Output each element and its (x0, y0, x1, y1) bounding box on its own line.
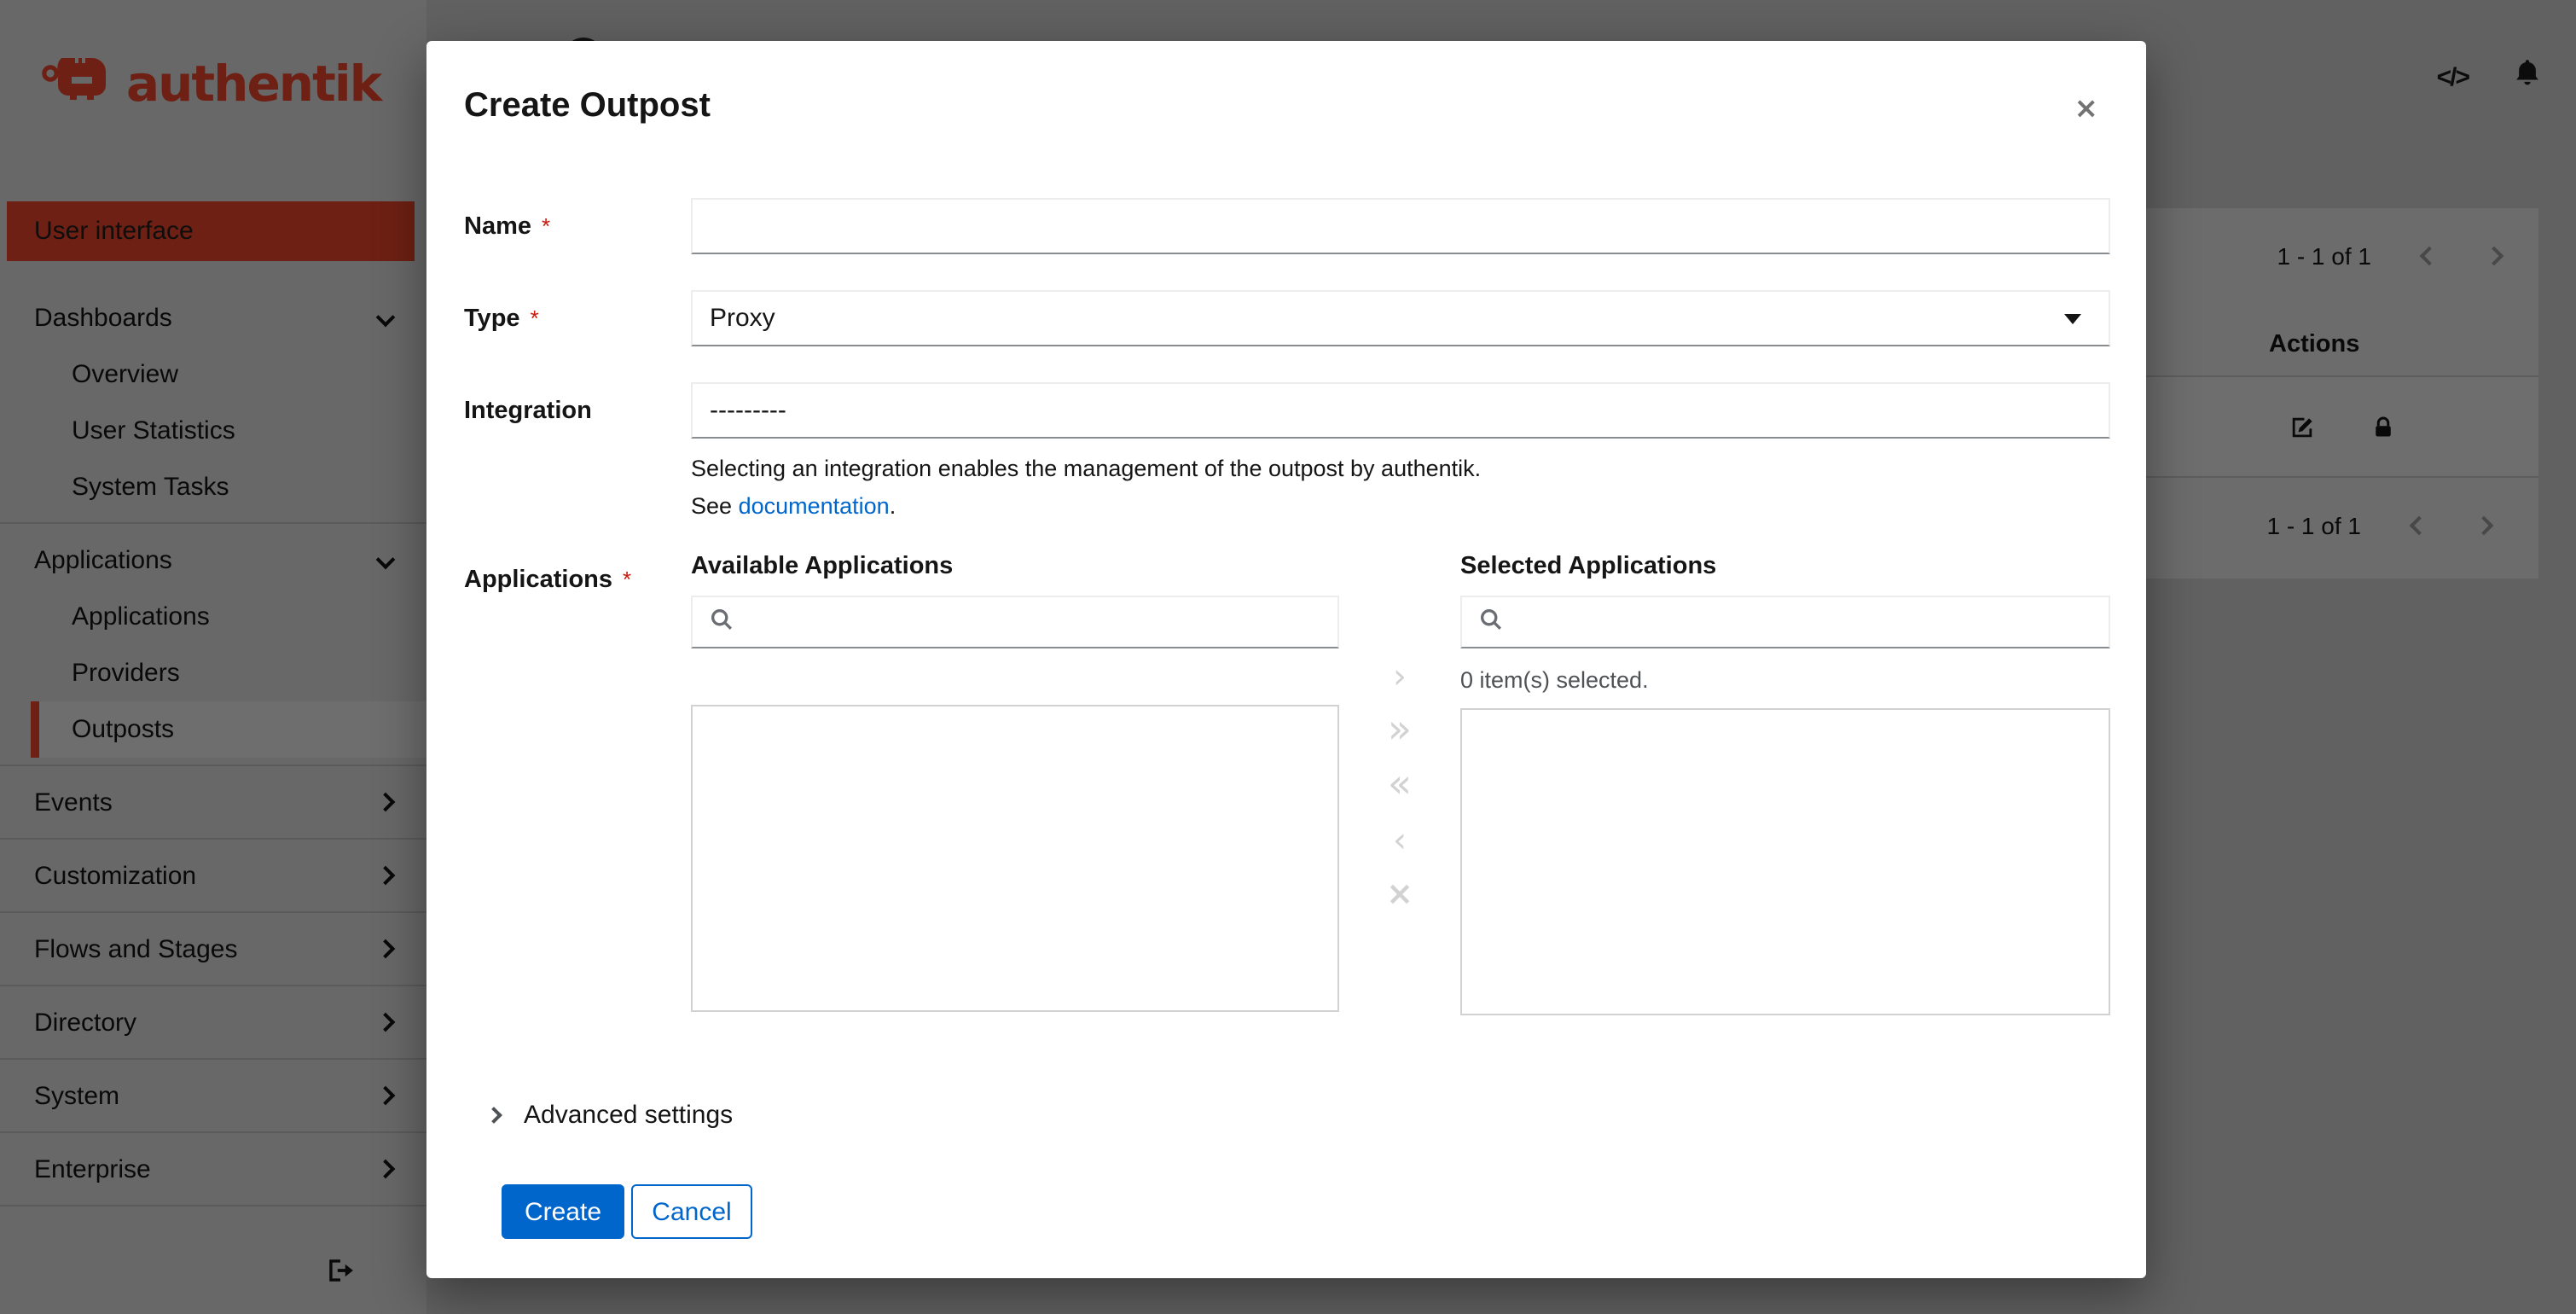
add-selected-icon[interactable]: › (1393, 655, 1407, 695)
applications-field-label: Applications * (464, 567, 691, 594)
integration-field-label: Integration (464, 397, 691, 424)
type-field-label: Type * (464, 305, 691, 332)
selected-applications-header: Selected Applications (1460, 553, 1717, 580)
label-text: Applications (464, 567, 613, 594)
available-applications-header: Available Applications (691, 553, 954, 580)
type-select-value: Proxy (710, 304, 775, 333)
remove-selected-icon[interactable]: ‹ (1393, 819, 1407, 859)
advanced-settings-toggle[interactable]: Advanced settings (464, 1101, 2110, 1130)
required-marker: * (530, 305, 539, 330)
caret-down-icon (2064, 313, 2081, 323)
available-search-input[interactable] (747, 608, 1320, 636)
help-line: See documentation. (691, 488, 2110, 526)
clear-selection-icon[interactable]: × (1386, 875, 1413, 914)
close-icon[interactable]: × (2074, 95, 2099, 125)
selected-applications-list[interactable] (1460, 708, 2110, 1015)
required-marker: * (623, 567, 632, 592)
documentation-link[interactable]: documentation (739, 493, 890, 519)
type-select[interactable]: Proxy (691, 290, 2110, 346)
remove-all-icon[interactable]: « (1388, 765, 1412, 805)
create-button[interactable]: Create (502, 1184, 624, 1239)
modal-title: Create Outpost (464, 87, 711, 125)
screen: </> 1 - 1 of 1 Actions 1 - 1 of 1 (0, 0, 2576, 1314)
name-input[interactable] (691, 198, 2110, 254)
integration-select-value: --------- (710, 396, 786, 425)
selected-applications-pane: Selected Applications 0 item(s) selected… (1460, 553, 2110, 1015)
search-icon (710, 607, 734, 637)
label-text: Name (464, 212, 531, 240)
required-marker: * (542, 212, 551, 238)
help-line: Selecting an integration enables the man… (691, 456, 1482, 481)
create-outpost-modal: Create Outpost × Name * Type * Proxy Int… (426, 41, 2146, 1278)
search-icon (1479, 607, 1503, 637)
available-applications-pane: Available Applications (691, 553, 1339, 1015)
available-search[interactable] (691, 596, 1339, 648)
cancel-button[interactable]: Cancel (631, 1184, 752, 1239)
integration-help-text: Selecting an integration enables the man… (691, 451, 2110, 526)
available-applications-list[interactable] (691, 705, 1339, 1012)
label-text: Type (464, 305, 520, 332)
chevron-right-icon (485, 1107, 502, 1124)
transfer-controls: › » « ‹ × (1339, 555, 1460, 1015)
selected-search[interactable] (1460, 596, 2110, 648)
add-all-icon[interactable]: » (1388, 710, 1412, 750)
advanced-settings-label: Advanced settings (524, 1101, 734, 1130)
help-period: . (889, 493, 896, 519)
selected-count-label: 0 item(s) selected. (1460, 667, 1649, 693)
selected-search-input[interactable] (1517, 608, 2092, 636)
applications-dual-list: Available Applications › » « ‹ × Selecte… (691, 553, 2110, 1015)
integration-select[interactable]: --------- (691, 382, 2110, 439)
name-field-label: Name * (464, 212, 691, 240)
label-text: Integration (464, 397, 592, 424)
help-see: See (691, 493, 739, 519)
